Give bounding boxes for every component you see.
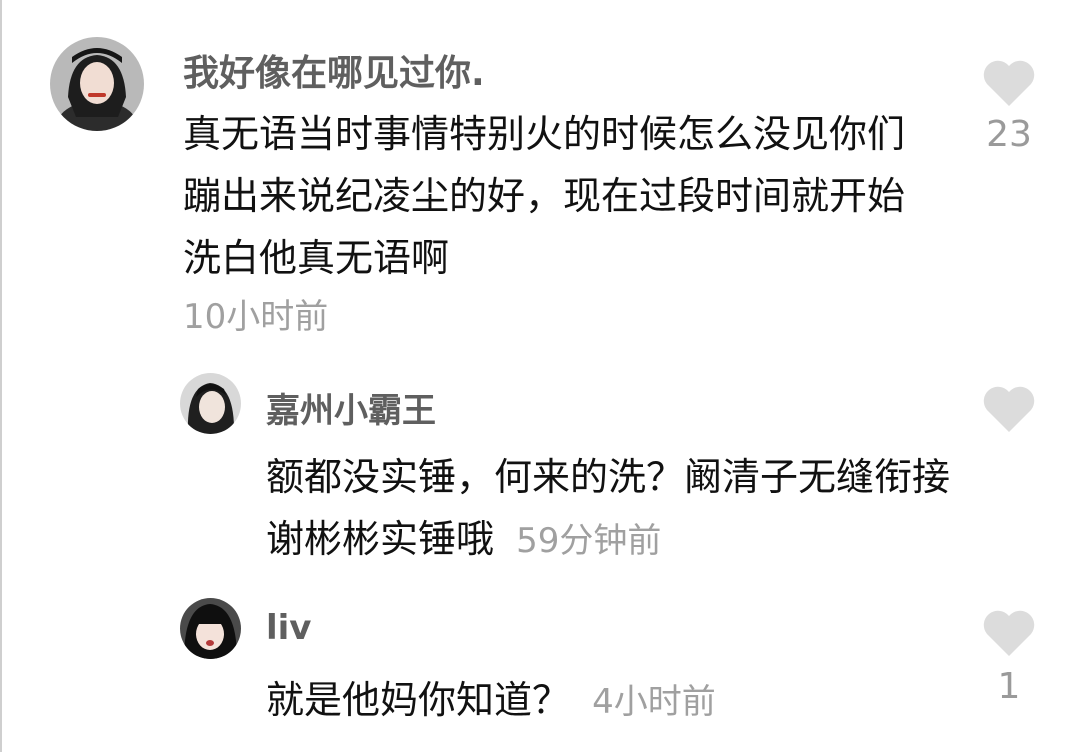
avatar[interactable] [180,598,241,659]
screen-edge [0,0,2,752]
heart-icon [983,610,1035,656]
heart-icon [983,386,1035,432]
avatar-image [50,37,144,131]
username[interactable]: 我好像在哪见过你. [183,44,485,96]
reply-text: 就是他妈你知道？ 4小时前 [266,669,956,733]
timestamp: 59分钟前 [516,521,662,561]
avatar-image [180,373,241,434]
avatar[interactable] [180,373,241,434]
avatar[interactable] [50,37,144,131]
like-button[interactable] [981,384,1037,434]
timestamp: 10小时前 [183,297,329,337]
reply-body: 就是他妈你知道？ [266,678,571,722]
username[interactable]: 嘉州小霸王 [266,383,436,432]
like-count: 1 [997,666,1021,707]
like-button[interactable] [981,608,1037,658]
comment-text: 真无语当时事情特别火的时候怎么没见你们蹦出来说纪凌尘的好，现在过段时间就开始洗白… [183,103,923,289]
avatar-image [180,598,241,659]
like-button[interactable] [981,58,1037,108]
like-count: 23 [986,114,1032,155]
username[interactable]: liv [266,608,311,648]
reply-text: 额都没实锤，何来的洗？阚清子无缝衔接谢彬彬实锤哦 59分钟前 [266,446,956,572]
comment-body: 真无语当时事情特别火的时候怎么没见你们蹦出来说纪凌尘的好，现在过段时间就开始洗白… [183,112,906,280]
timestamp: 4小时前 [592,682,716,722]
heart-icon [983,60,1035,106]
